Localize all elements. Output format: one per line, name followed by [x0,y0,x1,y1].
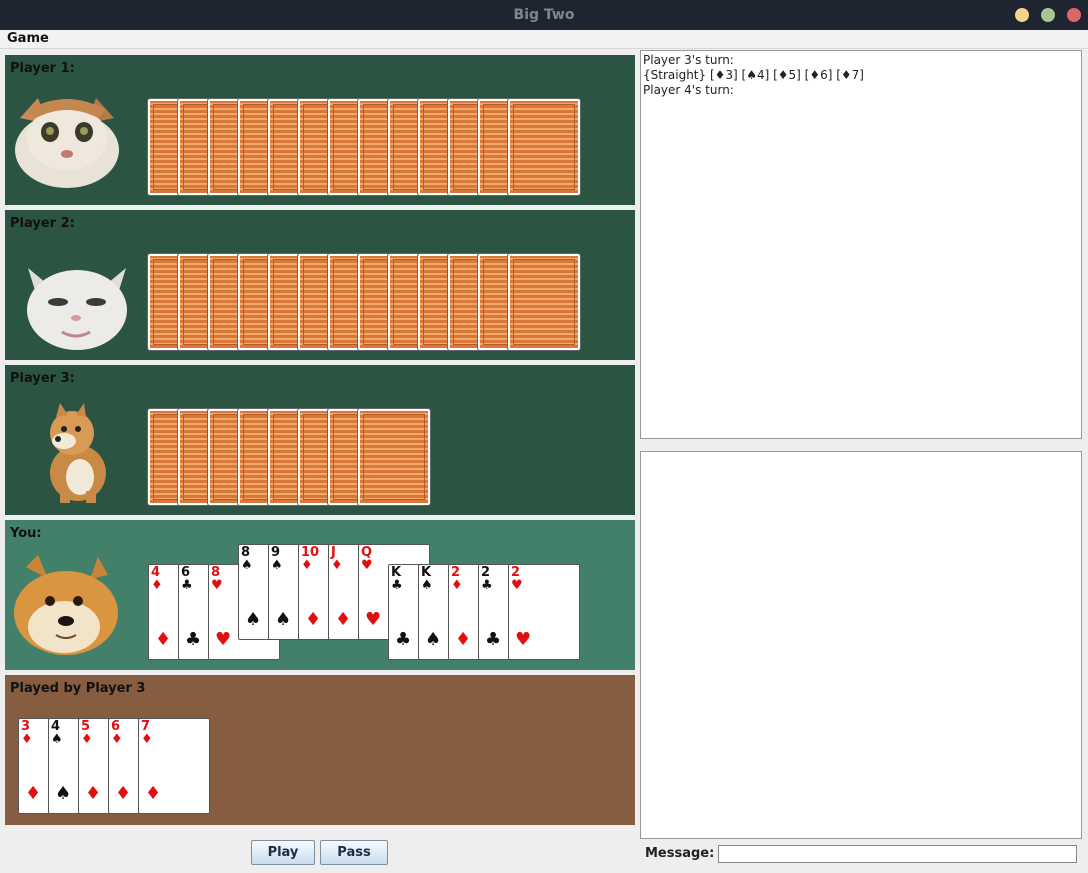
card-pip-icon: ♥ [515,629,532,650]
pass-button[interactable]: Pass [320,840,388,865]
card-suit-icon: ♦ [301,558,313,573]
player-label: Player 3: [10,371,75,386]
played-label: Played by Player 3 [10,681,146,696]
card-pip-icon: ♠ [425,629,442,650]
cat-avatar-icon [15,98,119,188]
close-icon[interactable] [1067,8,1081,22]
card-pip-icon: ♥ [215,629,232,650]
log-line: {Straight} [♦3] [♠4] [♦5] [♦6] [♦7] [643,68,864,82]
message-input[interactable] [718,845,1077,863]
card-pip-icon: ♦ [155,629,172,650]
card-suit-icon: ♠ [271,558,283,573]
card-back [507,253,581,351]
card-suit-icon: ♣ [481,578,493,593]
card-pip-icon: ♦ [115,783,132,804]
log-line: Player 3's turn: [643,53,734,67]
card-suit-icon: ♣ [181,578,193,593]
chat-area[interactable] [640,451,1082,839]
maximize-icon[interactable] [1041,8,1055,22]
your-card[interactable]: 2 ♥ ♥ [508,564,580,660]
card-suit-icon: ♦ [21,732,33,747]
card-suit-icon: ♠ [241,558,253,573]
player-1-panel: Player 1: [5,55,635,205]
card-pip-icon: ♣ [395,629,412,650]
your-panel: You: 4 ♦ ♦ 6 ♣ ♣ 8 ♥ ♥ 8 ♠ ♠ 9 ♠ ♠ 10 ♦ ♦ J ♦ ♦ Q ♥ ♥ K ♣ ♣ K ♠ ♠ 2 ♦ ♦ 2… [5,520,635,670]
card-suit-icon: ♣ [391,578,403,593]
card-suit-icon: ♦ [451,578,463,593]
player-label: Player 1: [10,61,75,76]
card-pip-icon: ♥ [365,609,382,630]
card-pip-icon: ♦ [335,609,352,630]
card-back [507,98,581,196]
menu-bar: Game [0,30,1088,49]
played-card: 7 ♦ ♦ [138,718,210,814]
card-suit-icon: ♦ [151,578,163,593]
card-suit-icon: ♠ [51,732,63,747]
card-pip-icon: ♦ [25,783,42,804]
card-suit-icon: ♦ [81,732,93,747]
card-suit-icon: ♥ [511,578,523,593]
card-suit-icon: ♥ [361,558,373,573]
card-pip-icon: ♣ [185,629,202,650]
card-pip-icon: ♦ [455,629,472,650]
cat-avatar-icon [27,268,127,350]
message-label: Message: [645,846,715,861]
card-pip-icon: ♣ [485,629,502,650]
player-3-panel: Player 3: [5,365,635,515]
cheems-dog-avatar-icon [50,403,106,503]
game-log: Player 3's turn: {Straight} [♦3] [♠4] [♦… [640,50,1082,439]
window-titlebar: Big Two [0,0,1088,30]
card-suit-icon: ♦ [111,732,123,747]
player-label: Player 2: [10,216,75,231]
player-2-panel: Player 2: [5,210,635,360]
card-back [357,408,431,506]
played-panel: Played by Player 3 3 ♦ ♦ 4 ♠ ♠ 5 ♦ ♦ 6 ♦ ♦ 7 ♦ ♦ [5,675,635,825]
log-line: Player 4's turn: [643,83,734,97]
card-pip-icon: ♦ [145,783,162,804]
minimize-icon[interactable] [1015,8,1029,22]
doge-avatar-icon [14,555,118,655]
card-pip-icon: ♠ [275,609,292,630]
card-pip-icon: ♠ [55,783,72,804]
your-label: You: [10,526,42,541]
card-pip-icon: ♦ [85,783,102,804]
menu-game[interactable]: Game [7,31,49,46]
play-button[interactable]: Play [251,840,315,865]
card-suit-icon: ♦ [141,732,153,747]
card-pip-icon: ♦ [305,609,322,630]
card-suit-icon: ♥ [211,578,223,593]
card-suit-icon: ♠ [421,578,433,593]
window-title: Big Two [513,7,575,23]
card-suit-icon: ♦ [331,558,343,573]
card-pip-icon: ♠ [245,609,262,630]
